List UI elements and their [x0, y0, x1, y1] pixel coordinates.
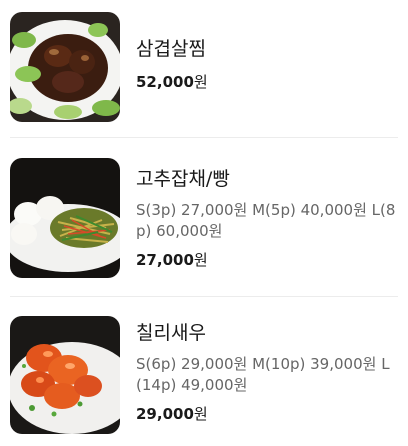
braised-pork-icon: [10, 12, 120, 122]
menu-item-pork-belly[interactable]: 삼겹살찜 52,000원: [0, 0, 408, 134]
price-value: 27,000: [136, 251, 194, 269]
braised-pork-image[interactable]: [10, 12, 120, 122]
chili-shrimp-image[interactable]: [10, 316, 120, 434]
menu-item-chili-shrimp[interactable]: 칠리새우 S(6p) 29,000원 M(10p) 39,000원 L(14p)…: [0, 300, 408, 446]
price-unit: 원: [193, 73, 208, 91]
chili-shrimp-icon: [10, 316, 120, 434]
item-price: 52,000원: [136, 72, 400, 92]
item-name: 칠리새우: [136, 322, 206, 344]
item-price: 27,000원: [136, 250, 400, 270]
divider: [10, 296, 398, 297]
menu-item-japchae[interactable]: 고추잡채/빵 S(3p) 27,000원 M(5p) 40,000원 L(8p)…: [0, 142, 408, 292]
item-info: 칠리새우 S(6p) 29,000원 M(10p) 39,000원 L(14p)…: [136, 320, 400, 424]
price-value: 52,000: [136, 73, 194, 91]
item-name: 고추잡채/빵: [136, 168, 230, 190]
item-info: 삼겹살찜 52,000원: [136, 36, 400, 92]
item-size-options: S(6p) 29,000원 M(10p) 39,000원 L(14p) 49,0…: [136, 355, 390, 394]
divider: [10, 137, 398, 138]
price-unit: 원: [193, 405, 208, 423]
item-info: 고추잡채/빵 S(3p) 27,000원 M(5p) 40,000원 L(8p)…: [136, 166, 400, 270]
japchae-image[interactable]: [10, 158, 120, 278]
menu-list: 삼겹살찜 52,000원 고추잡채/빵 S(3p) 27,000원 M(5p) …: [0, 0, 408, 446]
item-price: 29,000원: [136, 404, 400, 424]
japchae-icon: [10, 158, 120, 278]
price-value: 29,000: [136, 405, 194, 423]
price-unit: 원: [193, 251, 208, 269]
item-name: 삼겹살찜: [136, 38, 206, 60]
item-size-options: S(3p) 27,000원 M(5p) 40,000원 L(8p) 60,000…: [136, 201, 396, 240]
